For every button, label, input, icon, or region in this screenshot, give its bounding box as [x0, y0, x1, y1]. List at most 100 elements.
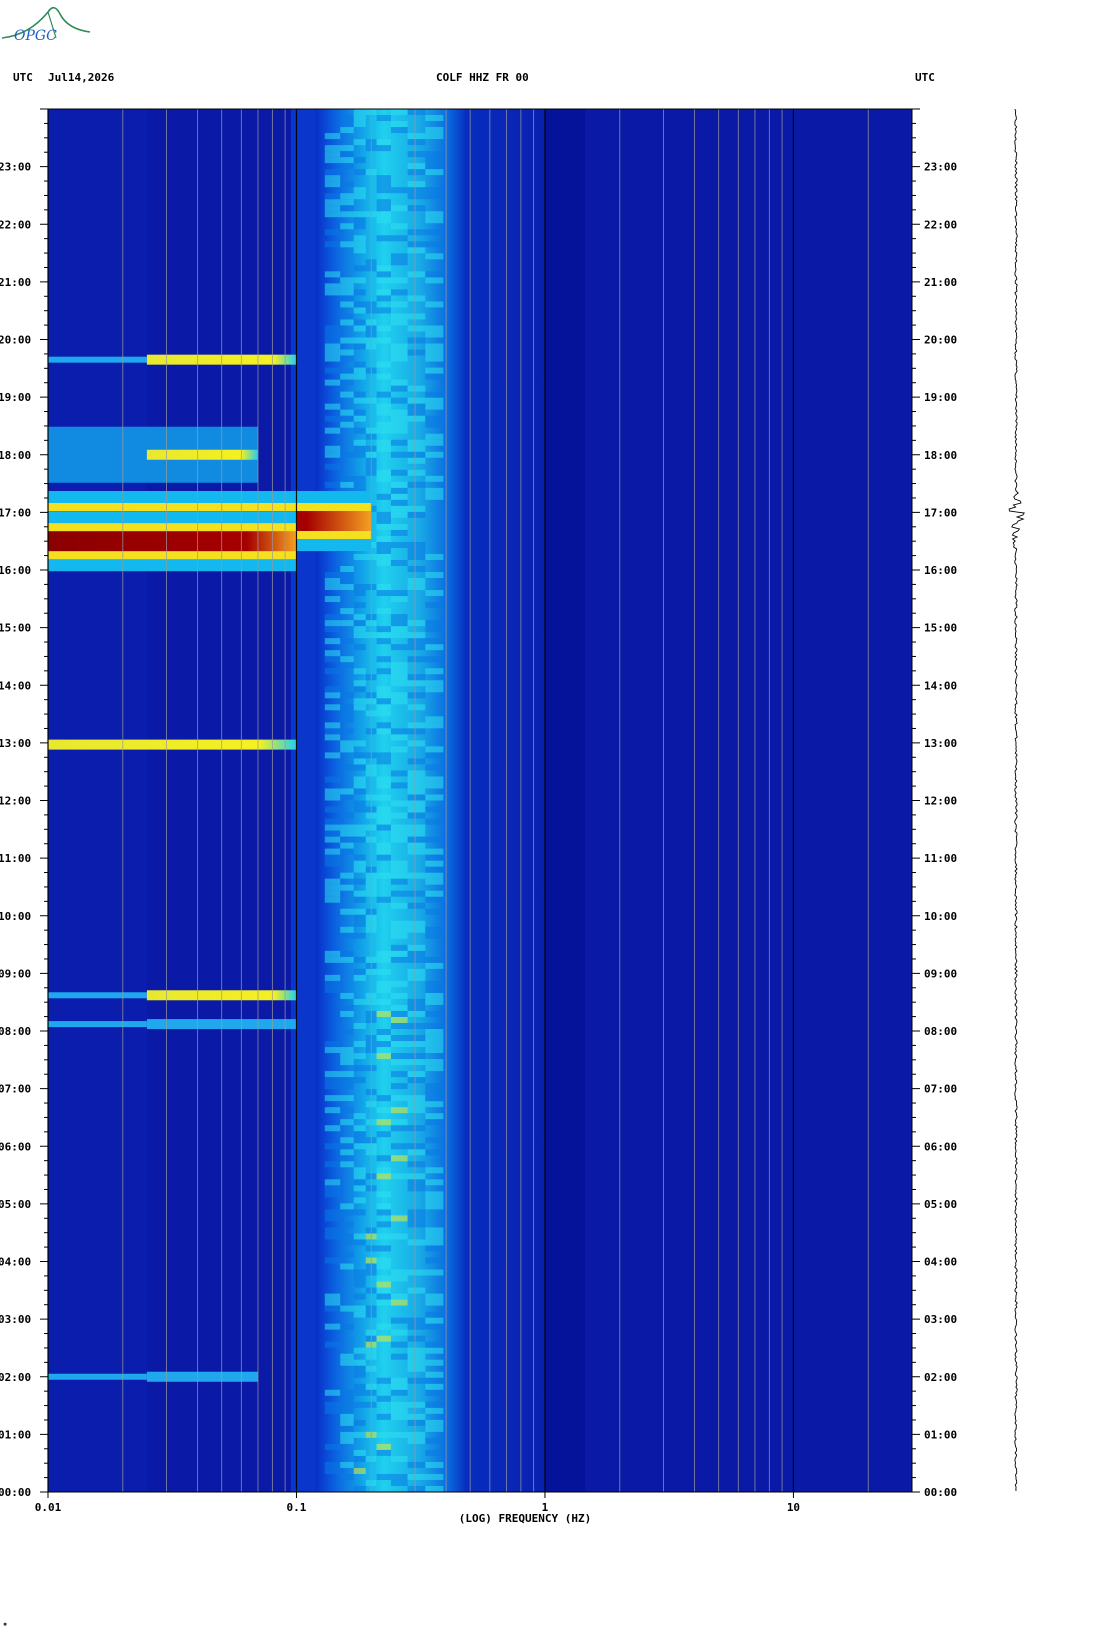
noise-cell	[340, 1119, 354, 1126]
noise-cell	[407, 842, 426, 849]
noise-cell	[324, 650, 341, 657]
noise-cell	[324, 794, 341, 801]
noise-cell	[340, 319, 354, 326]
noise-cell	[390, 379, 408, 386]
noise-cell	[407, 1317, 426, 1324]
noise-cell	[340, 1053, 354, 1060]
right-time-axis: 00:00 01:00 02:00 03:00 04:00 05:00 06:00 07:00…	[912, 108, 957, 1499]
noise-cell	[340, 1473, 354, 1480]
noise-cell	[407, 403, 426, 410]
noise-cell	[376, 391, 391, 398]
noise-cell	[340, 1461, 354, 1468]
noise-cell	[376, 1035, 391, 1042]
noise-cell	[425, 1377, 444, 1384]
noise-cell	[425, 1461, 444, 1468]
noise-cell	[425, 553, 444, 560]
noise-cell	[390, 541, 408, 548]
noise-cell	[407, 439, 426, 446]
noise-cell	[425, 1389, 444, 1396]
noise-cell	[407, 541, 426, 548]
noise-cell	[425, 818, 444, 825]
noise-cell	[390, 1377, 408, 1384]
noise-cell	[425, 241, 444, 248]
noise-cell	[376, 439, 391, 446]
noise-cell	[353, 439, 366, 446]
right-tick-label: 17:00	[924, 506, 957, 519]
noise-cell	[407, 836, 426, 843]
noise-cell	[425, 193, 444, 200]
noise-cell	[390, 872, 408, 879]
noise-cell	[390, 1431, 408, 1438]
noise-cell	[340, 1137, 354, 1144]
noise-cell	[407, 1473, 426, 1480]
noise-cell	[324, 403, 341, 410]
noise-cell	[353, 427, 366, 434]
noise-cell	[376, 1413, 391, 1420]
noise-cell	[390, 1479, 408, 1486]
noise-cell	[340, 1305, 354, 1312]
right-tick-label: 09:00	[924, 967, 957, 980]
noise-cell	[340, 475, 354, 482]
noise-cell	[425, 998, 444, 1005]
noise-cell	[407, 295, 426, 302]
noise-cell	[340, 283, 354, 290]
right-tick-label: 08:00	[924, 1025, 957, 1038]
noise-cell	[353, 235, 366, 242]
noise-cell	[376, 998, 391, 1005]
noise-cell	[390, 1059, 408, 1066]
noise-cell	[407, 848, 426, 855]
noise-cell	[376, 469, 391, 476]
noise-cell	[353, 481, 366, 488]
noise-cell	[390, 259, 408, 266]
noise-cell	[324, 638, 341, 645]
noise-cell	[340, 391, 354, 398]
noise-cell	[353, 1371, 366, 1378]
noise-cell	[407, 409, 426, 416]
noise-cell	[340, 127, 354, 134]
noise-cell	[324, 1209, 341, 1216]
noise-cell	[425, 1167, 444, 1174]
noise-cell	[390, 1233, 408, 1240]
noise-cell	[324, 854, 341, 861]
noise-cell	[340, 1233, 354, 1240]
noise-cell	[425, 1323, 444, 1330]
noise-cell	[376, 271, 391, 278]
noise-cell	[324, 722, 341, 729]
noise-cell	[376, 475, 391, 482]
noise-cell	[324, 133, 341, 140]
noise-cell	[376, 1431, 391, 1438]
noise-cell	[376, 1155, 391, 1162]
noise-cell	[340, 373, 354, 380]
noise-cell	[407, 1269, 426, 1276]
noise-cell	[353, 109, 366, 116]
noise-cell	[407, 187, 426, 194]
noise-cell	[425, 433, 444, 440]
noise-cell	[425, 163, 444, 170]
noise-cell	[340, 656, 354, 663]
noise-cell	[390, 878, 408, 885]
noise-cell	[324, 620, 341, 627]
noise-cell	[425, 1371, 444, 1378]
noise-cell	[407, 782, 426, 789]
noise-cell	[324, 1257, 341, 1264]
noise-cell	[340, 728, 354, 735]
noise-cell	[390, 397, 408, 404]
noise-cell	[324, 728, 341, 735]
noise-cell	[376, 710, 391, 717]
noise-cell	[340, 908, 354, 915]
x-axis-title: (LOG) FREQUENCY (HZ)	[459, 1512, 591, 1525]
noise-cell	[407, 968, 426, 975]
noise-cell	[324, 860, 341, 867]
noise-cell	[407, 1101, 426, 1108]
noise-cell	[324, 836, 341, 843]
noise-cell	[340, 313, 354, 320]
noise-cell	[390, 355, 408, 362]
noise-cell	[324, 367, 341, 374]
noise-cell	[407, 1185, 426, 1192]
noise-cell	[390, 944, 408, 951]
noise-cell	[425, 403, 444, 410]
noise-cell	[340, 421, 354, 428]
noise-cell	[425, 680, 444, 687]
noise-cell	[407, 812, 426, 819]
noise-cell	[376, 1028, 391, 1036]
